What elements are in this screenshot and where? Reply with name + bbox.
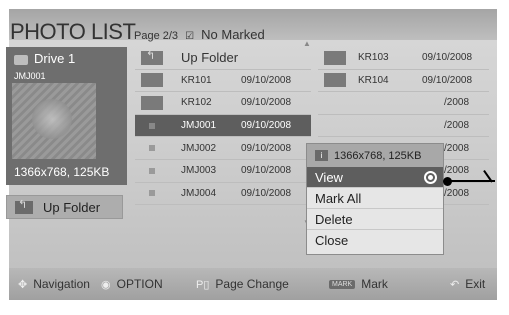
up-folder-label: Up Folder <box>43 199 101 215</box>
list-item-date: 09/10/2008 <box>241 165 292 177</box>
list-item-date: 09/10/2008 <box>241 120 292 132</box>
navigation-arrows-icon: ✥ <box>18 278 28 291</box>
hint-label: Navigation <box>33 277 90 291</box>
list-item[interactable]: JMJ002 09/10/2008 <box>135 137 311 160</box>
list-item[interactable]: KR103 09/10/2008 <box>318 47 489 70</box>
up-folder-icon <box>15 198 33 214</box>
info-icon: i <box>315 150 328 161</box>
list-item-name: JMJ002 <box>181 142 217 154</box>
up-folder-button[interactable]: Up Folder <box>6 195 123 219</box>
back-return-icon: ↶ <box>450 278 460 291</box>
file-list-left: Up Folder KR101 09/10/2008 KR102 09/10/2… <box>135 47 311 206</box>
up-folder-icon <box>141 49 163 65</box>
list-item[interactable]: /2008 <box>318 92 489 115</box>
page-info: Page 2/3 ☑ No Marked <box>134 27 265 42</box>
list-item-name: KR104 <box>358 74 389 86</box>
marked-status: No Marked <box>201 27 265 42</box>
hint-label: Mark <box>361 277 388 291</box>
list-item-name: KR102 <box>181 97 212 109</box>
list-item-date: /2008 <box>444 120 470 132</box>
folder-icon <box>141 95 163 110</box>
list-item-date: 09/10/2008 <box>241 187 292 199</box>
option-button-icon: ◉ <box>101 278 111 291</box>
list-item-date: 09/10/2008 <box>241 74 292 86</box>
list-item-date: /2008 <box>444 187 470 199</box>
menu-item-close[interactable]: Close <box>307 230 443 251</box>
list-item-name: JMJ001 <box>181 120 217 132</box>
hint-page-change: P▯ Page Change <box>196 277 289 291</box>
folder-icon <box>141 73 163 88</box>
photo-file-icon <box>149 190 155 197</box>
option-context-menu: i 1366x768, 125KB View Mark All Delete C… <box>306 143 444 255</box>
folder-icon <box>324 50 346 65</box>
menu-item-mark-all[interactable]: Mark All <box>307 188 443 209</box>
hint-option: ◉ OPTION <box>101 277 163 291</box>
menu-item-label: Close <box>315 233 349 248</box>
list-item-date: 09/10/2008 <box>422 74 473 86</box>
list-item-name: JMJ004 <box>181 187 217 199</box>
hint-mark: MARK Mark <box>329 277 388 291</box>
list-item[interactable]: /2008 <box>318 115 489 138</box>
hint-exit: ↶ Exit <box>450 277 485 291</box>
list-item[interactable]: JMJ004 09/10/2008 <box>135 183 311 206</box>
drive-name: Drive 1 <box>14 51 75 66</box>
list-item[interactable]: KR101 09/10/2008 <box>135 70 311 93</box>
hint-label: Exit <box>465 277 486 291</box>
photo-file-icon <box>149 167 155 174</box>
page-button-icon: P▯ <box>196 278 210 291</box>
hint-label: OPTION <box>116 277 163 291</box>
context-menu-header: i 1366x768, 125KB <box>307 144 443 167</box>
photo-file-icon <box>149 145 155 152</box>
radio-selected-icon <box>424 171 437 184</box>
drive-label: Drive 1 <box>34 51 76 66</box>
menu-item-delete[interactable]: Delete <box>307 209 443 230</box>
list-item-date: 09/10/2008 <box>422 52 473 64</box>
hint-label: Page Change <box>215 277 289 291</box>
list-item-date: /2008 <box>444 142 470 154</box>
menu-item-label: View <box>315 170 343 185</box>
list-item-date: 09/10/2008 <box>241 142 292 154</box>
list-item-date: /2008 <box>444 165 470 177</box>
drive-preview-panel: Drive 1 JMJ001 1366x768, 125KB <box>6 47 127 185</box>
callout-pointer-line <box>451 180 495 182</box>
list-item-date: /2008 <box>444 97 470 109</box>
photo-thumbnail <box>12 83 96 159</box>
list-item-date: 09/10/2008 <box>241 97 292 109</box>
photo-resolution: 1366x768, 125KB <box>14 165 110 179</box>
menu-item-label: Mark All <box>315 191 362 206</box>
drive-icon <box>14 54 28 65</box>
list-item-name: JMJ003 <box>181 165 217 177</box>
checkbox-icon: ☑ <box>185 31 195 42</box>
page-title: PHOTO LIST <box>10 19 136 44</box>
hint-navigation: ✥ Navigation <box>18 277 90 291</box>
list-item[interactable]: JMJ003 09/10/2008 <box>135 160 311 183</box>
folder-icon <box>324 73 346 88</box>
list-item-name: Up Folder <box>181 50 239 66</box>
current-file-name: JMJ001 <box>14 71 46 81</box>
list-item-name: KR101 <box>181 74 212 86</box>
list-item[interactable]: Up Folder <box>135 47 311 70</box>
photo-file-icon <box>149 122 155 129</box>
menu-item-label: Delete <box>315 212 353 227</box>
list-item[interactable]: KR102 09/10/2008 <box>135 92 311 115</box>
menu-item-view[interactable]: View <box>307 167 443 188</box>
mark-button-icon: MARK <box>329 279 356 289</box>
context-menu-resolution: 1366x768, 125KB <box>334 149 422 162</box>
page-indicator: Page 2/3 <box>134 30 179 42</box>
list-item-name: KR103 <box>358 52 389 64</box>
list-item-selected[interactable]: JMJ001 09/10/2008 <box>135 114 311 138</box>
list-item[interactable]: KR104 09/10/2008 <box>318 70 489 93</box>
